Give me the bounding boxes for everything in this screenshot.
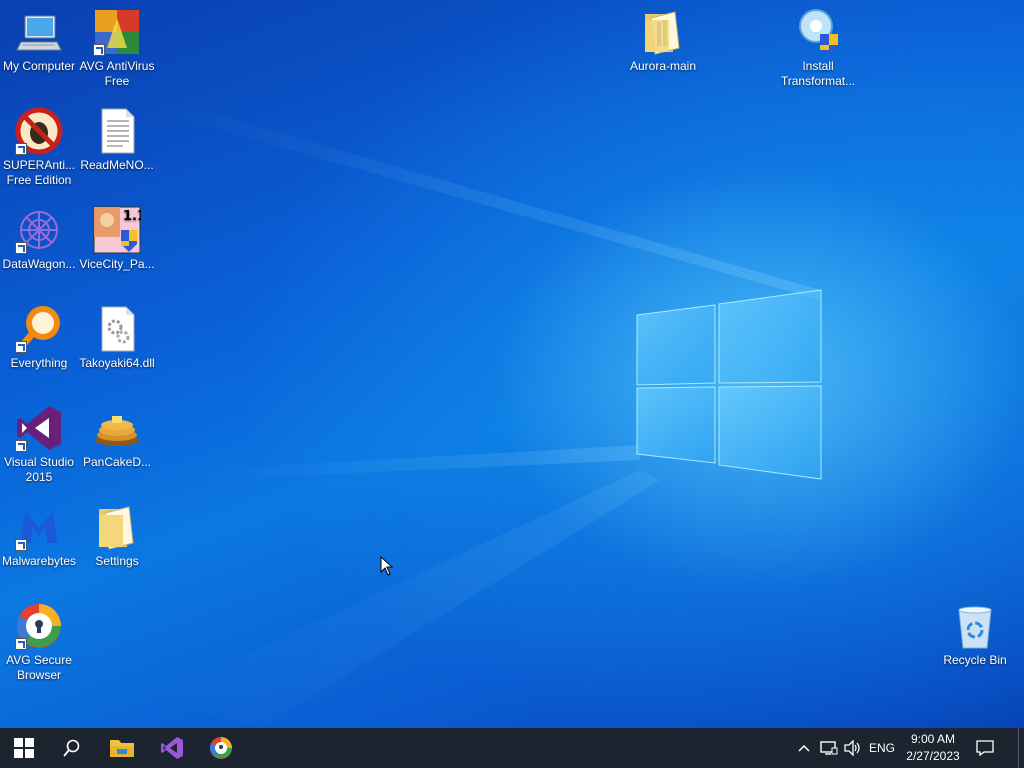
shortcut-arrow-icon: [15, 440, 27, 452]
desktop-icon-recycle-bin[interactable]: Recycle Bin: [936, 596, 1014, 668]
clock-time: 9:00 AM: [910, 732, 956, 746]
text-file-icon: [93, 107, 141, 155]
desktop: My Computer AVG AntiVirus Free SUPERAnti…: [0, 0, 1024, 728]
taskbar-visual-studio[interactable]: [148, 728, 196, 768]
desktop-icon-label: My Computer: [2, 59, 76, 73]
start-button[interactable]: [0, 728, 48, 768]
svg-text:1.1: 1.1: [123, 209, 141, 224]
input-language-button[interactable]: ENG: [866, 728, 898, 768]
desktop-icon-everything[interactable]: Everything: [0, 299, 78, 371]
desktop-icon-label: AVG AntiVirus Free: [79, 59, 155, 88]
desktop-icon-superantispyware[interactable]: SUPERAnti... Free Edition: [0, 101, 78, 188]
shortcut-arrow-icon: [15, 539, 27, 551]
desktop-icon-label: Malwarebytes: [1, 554, 77, 568]
taskbar: ENG 9:00 AM 2/27/2023: [0, 728, 1024, 768]
chevron-up-icon: [798, 744, 810, 752]
action-center-button[interactable]: [970, 728, 1000, 768]
desktop-icon-pancake[interactable]: PanCakeD...: [78, 398, 156, 470]
folder-icon: [93, 503, 141, 551]
desktop-icon-malwarebytes[interactable]: Malwarebytes: [0, 497, 78, 569]
avg-antivirus-icon: [93, 8, 141, 56]
desktop-icon-takoyaki-dll[interactable]: Takoyaki64.dll: [78, 299, 156, 371]
taskbar-file-explorer[interactable]: [98, 728, 146, 768]
desktop-icon-label: ViceCity_Pa...: [79, 257, 155, 271]
search-icon: [63, 739, 80, 757]
desktop-icon-my-computer[interactable]: My Computer: [0, 2, 78, 74]
network-button[interactable]: [818, 728, 840, 768]
desktop-icon-datawagon[interactable]: DataWagon...: [0, 200, 78, 272]
recycle-bin-icon: [951, 602, 999, 650]
speaker-icon: [844, 740, 860, 756]
file-explorer-icon: [110, 740, 134, 757]
desktop-icon-label: ReadMeNO...: [80, 158, 154, 172]
desktop-icon-label: SUPERAnti... Free Edition: [2, 158, 76, 187]
shortcut-arrow-icon: [15, 638, 27, 650]
search-button[interactable]: [48, 728, 96, 768]
desktop-icon-label: Install Transformat...: [780, 59, 856, 88]
visual-studio-icon: [161, 737, 183, 759]
mouse-cursor-icon: [380, 556, 394, 576]
desktop-icon-label: AVG Secure Browser: [6, 653, 72, 682]
clock-date: 2/27/2023: [906, 749, 960, 763]
installer-icon: [794, 8, 842, 56]
shortcut-arrow-icon: [15, 143, 27, 155]
desktop-icon-label: DataWagon...: [2, 257, 76, 271]
malwarebytes-icon: [15, 503, 63, 551]
pancake-icon: [93, 404, 141, 452]
visual-studio-icon: [15, 404, 63, 452]
avg-secure-browser-icon: [15, 602, 63, 650]
volume-button[interactable]: [842, 728, 864, 768]
avg-secure-browser-icon: [210, 737, 232, 759]
desktop-icon-label: Settings: [95, 554, 139, 568]
desktop-icon-label: Takoyaki64.dll: [79, 356, 155, 370]
desktop-icon-readme[interactable]: ReadMeNO...: [78, 101, 156, 173]
dll-file-icon: [93, 305, 141, 353]
computer-icon: [15, 8, 63, 56]
shortcut-arrow-icon: [15, 341, 27, 353]
notification-icon: [976, 740, 994, 756]
shortcut-arrow-icon: [93, 44, 105, 56]
superantispyware-icon: [15, 107, 63, 155]
vicecity-installer-icon: 1.1: [93, 206, 141, 254]
desktop-icon-install-transformat[interactable]: Install Transformat...: [779, 2, 857, 89]
desktop-icon-settings-folder[interactable]: Settings: [78, 497, 156, 569]
clock-button[interactable]: 9:00 AM 2/27/2023: [898, 731, 968, 765]
desktop-icon-label: Recycle Bin: [943, 653, 1007, 667]
desktop-icon-label: Visual Studio 2015: [4, 455, 74, 484]
desktop-icon-label: Everything: [10, 356, 68, 370]
start-icon: [14, 738, 34, 758]
shortcut-arrow-icon: [15, 242, 27, 254]
desktop-icon-label: PanCakeD...: [82, 455, 152, 469]
show-desktop-button[interactable]: [1018, 728, 1024, 768]
datawagon-icon: [15, 206, 63, 254]
show-hidden-icons-button[interactable]: [794, 728, 814, 768]
language-label: ENG: [868, 741, 895, 755]
desktop-icon-visual-studio[interactable]: Visual Studio 2015: [0, 398, 78, 485]
everything-search-icon: [15, 305, 63, 353]
folder-icon: [639, 8, 687, 56]
desktop-icon-vicecity[interactable]: 1.1 ViceCity_Pa...: [78, 200, 156, 272]
desktop-icon-avg-antivirus[interactable]: AVG AntiVirus Free: [78, 2, 156, 89]
desktop-icon-label: Aurora-main: [629, 59, 697, 73]
desktop-icon-aurora-main[interactable]: Aurora-main: [624, 2, 702, 74]
desktop-icon-avg-secure-browser[interactable]: AVG Secure Browser: [0, 596, 78, 683]
taskbar-avg-secure-browser[interactable]: [197, 728, 245, 768]
network-icon: [820, 741, 838, 755]
